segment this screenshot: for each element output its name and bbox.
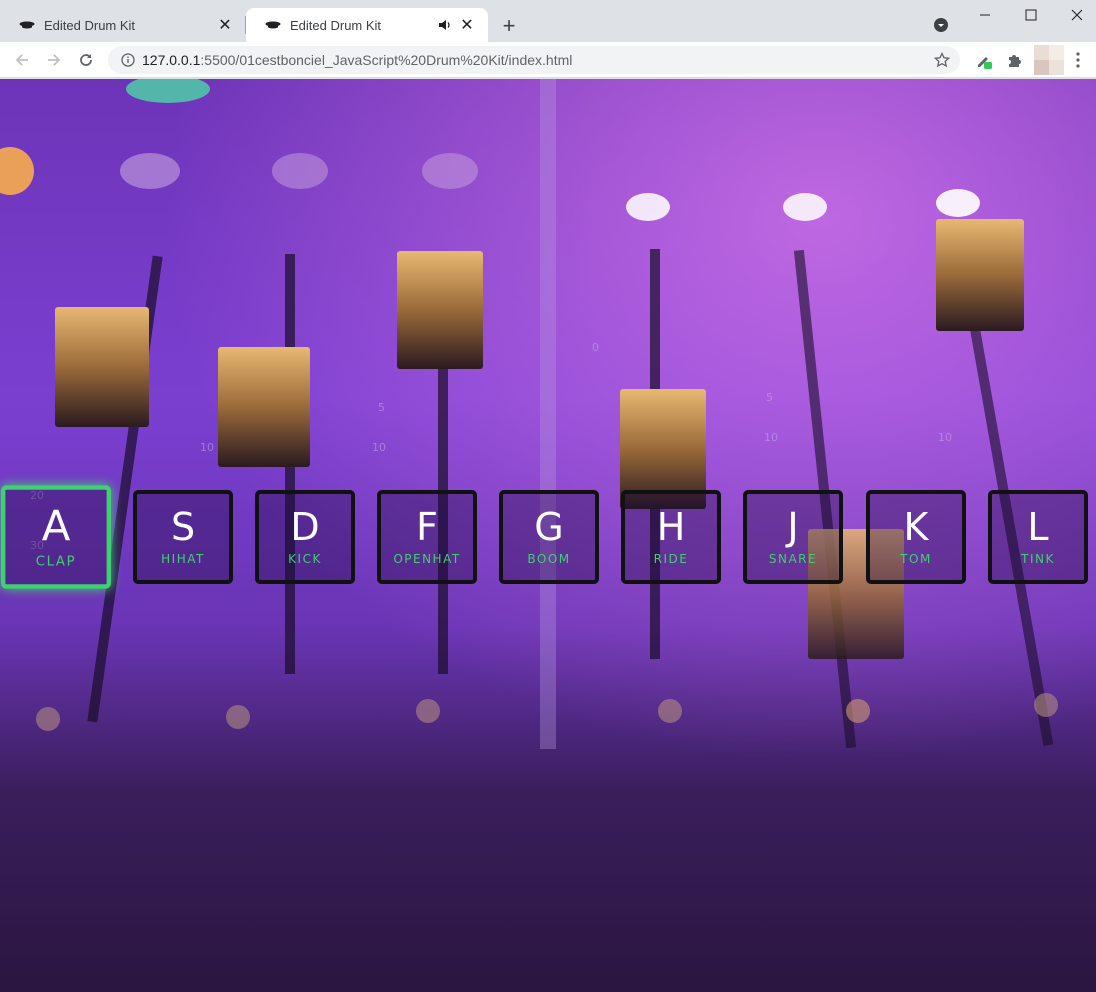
new-tab-button[interactable]: + <box>496 13 522 39</box>
key-letter: K <box>903 505 929 549</box>
star-icon[interactable] <box>934 52 950 68</box>
kebab-menu-icon[interactable] <box>1066 50 1090 70</box>
key-letter: A <box>41 501 71 551</box>
drum-key-j[interactable]: J snare <box>743 490 843 584</box>
tab-title: Edited Drum Kit <box>44 17 136 33</box>
drum-favicon-icon <box>264 18 282 32</box>
key-letter: F <box>416 505 438 549</box>
key-sound-label: openhat <box>393 552 461 566</box>
tab-close-icon[interactable]: ✕ <box>216 16 234 34</box>
key-sound-label: tom <box>900 552 932 566</box>
url-text: 127.0.0.1:5500/01cestbonciel_JavaScript%… <box>142 52 573 68</box>
info-icon[interactable] <box>120 52 136 68</box>
tab-search-icon[interactable] <box>930 14 952 36</box>
key-letter: H <box>656 505 686 549</box>
arrow-right-icon[interactable] <box>40 46 68 74</box>
drum-key-g[interactable]: G boom <box>499 490 599 584</box>
drum-favicon-icon <box>18 18 36 32</box>
minimize-icon[interactable] <box>962 0 1008 30</box>
drum-key-s[interactable]: S hihat <box>133 490 233 584</box>
key-sound-label: tink <box>1021 552 1055 566</box>
page-viewport: 20 30 10 5 10 0 5 10 10 A clap S hihat D kick … <box>0 79 1096 992</box>
drum-key-l[interactable]: L tink <box>988 490 1088 584</box>
drum-key-a[interactable]: A clap <box>1 485 111 589</box>
key-sound-label: snare <box>768 552 818 566</box>
drum-key-d[interactable]: D kick <box>255 490 355 584</box>
drum-key-f[interactable]: F openhat <box>377 490 477 584</box>
browser-tab-1[interactable]: Edited Drum Kit ✕ <box>0 8 246 42</box>
key-sound-label: clap <box>35 553 77 569</box>
browser-toolbar: 127.0.0.1:5500/01cestbonciel_JavaScript%… <box>0 42 1096 78</box>
drum-key-h[interactable]: H ride <box>621 490 721 584</box>
reload-icon[interactable] <box>72 46 100 74</box>
pen-extension-icon[interactable] <box>974 50 994 70</box>
tab-strip: Edited Drum Kit ✕ Edited Drum Kit ✕ + <box>0 0 1096 42</box>
browser-tab-2[interactable]: Edited Drum Kit ✕ <box>246 8 488 42</box>
drum-key-k[interactable]: K tom <box>866 490 966 584</box>
key-sound-label: kick <box>288 552 322 566</box>
key-letter: D <box>290 505 320 549</box>
key-letter: S <box>170 505 196 549</box>
drum-keys: A clap S hihat D kick F openhat G boom H… <box>0 79 1096 992</box>
maximize-icon[interactable] <box>1008 0 1054 30</box>
window-close-icon[interactable] <box>1054 0 1096 30</box>
key-sound-label: hihat <box>161 552 205 566</box>
arrow-left-icon[interactable] <box>8 46 36 74</box>
address-bar[interactable]: 127.0.0.1:5500/01cestbonciel_JavaScript%… <box>108 46 960 74</box>
key-letter: L <box>1027 505 1049 549</box>
puzzle-icon[interactable] <box>1004 50 1024 70</box>
tab-title: Edited Drum Kit <box>290 17 382 33</box>
tab-close-icon[interactable]: ✕ <box>458 16 476 34</box>
key-letter: G <box>534 505 564 549</box>
key-sound-label: ride <box>653 552 689 566</box>
key-sound-label: boom <box>527 552 571 566</box>
speaker-icon[interactable] <box>436 16 454 34</box>
profile-avatar[interactable] <box>1034 45 1064 75</box>
key-letter: J <box>787 505 799 549</box>
